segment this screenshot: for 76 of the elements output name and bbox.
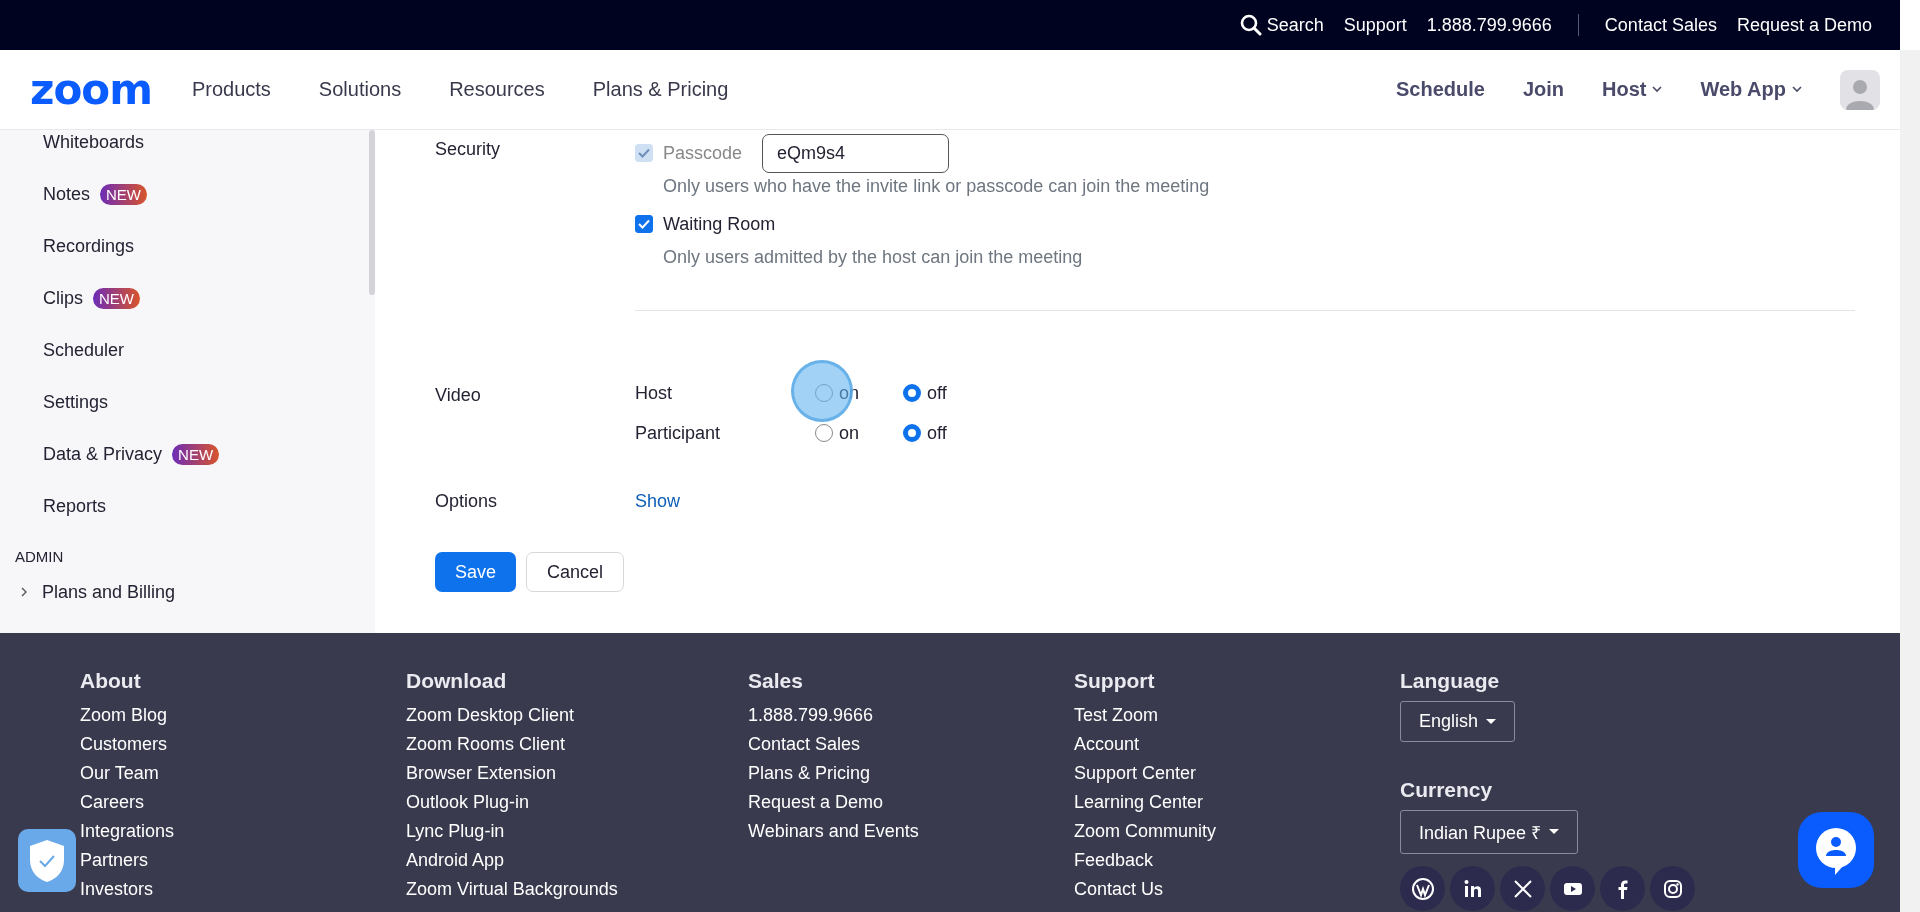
nav-link[interactable]: Host <box>1602 78 1663 101</box>
top-link[interactable]: Support <box>1343 14 1407 36</box>
footer-link[interactable]: Contact Sales <box>748 730 1074 759</box>
option-label: Passcode <box>663 142 743 164</box>
sidebar-item[interactable]: Notes <box>43 183 91 205</box>
setting-label: Security <box>435 138 502 161</box>
footer-link[interactable]: Test Zoom <box>1074 701 1400 730</box>
sidebar-item[interactable]: Clips <box>43 287 83 309</box>
footer-link[interactable]: Zoom Community <box>1074 817 1400 846</box>
show-link[interactable]: Show <box>635 486 681 512</box>
sidebar-item[interactable]: Reports <box>43 495 107 517</box>
footer-link[interactable]: Lync Plug-in <box>406 817 748 846</box>
top-link[interactable]: Request a Demo <box>1736 14 1872 36</box>
new-badge: NEW <box>93 287 140 309</box>
footer-heading: About <box>80 669 142 693</box>
footer-link[interactable]: Careers <box>80 788 406 817</box>
footer-link[interactable]: Feedback <box>1074 846 1400 875</box>
nav-link[interactable]: Plans & Pricing <box>592 78 729 101</box>
footer-link[interactable]: Contact Us <box>1074 875 1400 904</box>
radio-label: off <box>927 422 948 444</box>
setting-label: Video <box>435 384 482 407</box>
sidebar-item[interactable]: Scheduler <box>43 339 125 361</box>
footer-link[interactable]: Webinars and Events <box>748 817 1074 846</box>
footer-link[interactable]: Request a Demo <box>748 788 1074 817</box>
new-badge: NEW <box>172 443 220 465</box>
footer-link[interactable]: Zoom Virtual Backgrounds <box>406 875 748 904</box>
footer-link[interactable]: Android App <box>406 846 748 875</box>
footer-link[interactable]: Plans & Pricing <box>748 759 1074 788</box>
footer-heading: Sales <box>748 669 804 693</box>
option-label: Participant <box>635 422 722 444</box>
dropdown[interactable]: English <box>1400 701 1516 742</box>
footer-link[interactable]: 1.888.799.9666 <box>748 701 1074 730</box>
hint-text: Only users who have the invite link or passcode can join the meeting <box>663 176 1210 197</box>
sidebar-item[interactable]: Data & Privacy <box>43 443 163 465</box>
nav-link[interactable]: Join <box>1522 78 1564 101</box>
sidebar-item[interactable]: Recordings <box>43 235 135 257</box>
nav-link[interactable]: Resources <box>449 78 545 101</box>
footer-heading: Language <box>1400 669 1501 693</box>
footer-link[interactable]: Browser Extension <box>406 759 748 788</box>
radio-label: on <box>839 422 861 444</box>
footer-link[interactable]: Outlook Plug-in <box>406 788 748 817</box>
footer-link[interactable]: Zoom Desktop Client <box>406 701 748 730</box>
logo[interactable]: zoom <box>30 65 152 114</box>
nav-link[interactable]: Schedule <box>1395 78 1485 101</box>
footer-heading: Support <box>1074 669 1156 693</box>
top-link[interactable]: 1.888.799.9666 <box>1426 14 1552 36</box>
save-button[interactable]: Save <box>435 552 517 592</box>
nav-link[interactable]: Web App <box>1700 78 1802 101</box>
new-badge: NEW <box>100 183 148 205</box>
top-link[interactable]: Contact Sales <box>1604 14 1717 36</box>
footer-link[interactable]: Account <box>1074 730 1400 759</box>
footer-link[interactable]: Support Center <box>1074 759 1400 788</box>
footer-link[interactable]: Zoom Blog <box>80 701 406 730</box>
nav-link[interactable]: Products <box>191 78 271 101</box>
footer-link[interactable]: Zoom Rooms Client <box>406 730 748 759</box>
option-label: Host <box>635 382 673 404</box>
option-label: Waiting Room <box>663 213 776 235</box>
nav-link[interactable]: Solutions <box>318 78 402 101</box>
footer-link[interactable]: Customers <box>80 730 406 759</box>
search-link[interactable]: Search <box>1239 14 1324 36</box>
footer-link[interactable]: Our Team <box>80 759 406 788</box>
setting-label: Options <box>435 490 499 512</box>
footer-link[interactable]: Partners <box>80 846 406 875</box>
hint-text: Only users admitted by the host can join the meeting <box>663 247 1084 268</box>
footer-heading: Currency <box>1400 778 1494 802</box>
section-header: ADMIN <box>14 547 65 567</box>
cancel-button[interactable]: Cancel <box>526 552 625 592</box>
footer-heading: Download <box>406 669 508 693</box>
sidebar-item[interactable]: Settings <box>43 391 109 413</box>
radio-label: off <box>927 382 948 404</box>
footer-link[interactable]: Integrations <box>80 817 406 846</box>
dropdown[interactable]: Indian Rupee ₹ <box>1400 810 1579 854</box>
footer-link[interactable]: Learning Center <box>1074 788 1400 817</box>
footer-link[interactable]: Investors <box>80 875 406 904</box>
sidebar-item[interactable]: Whiteboards <box>43 131 145 153</box>
sidebar-item[interactable]: Plans and Billing <box>42 581 176 603</box>
